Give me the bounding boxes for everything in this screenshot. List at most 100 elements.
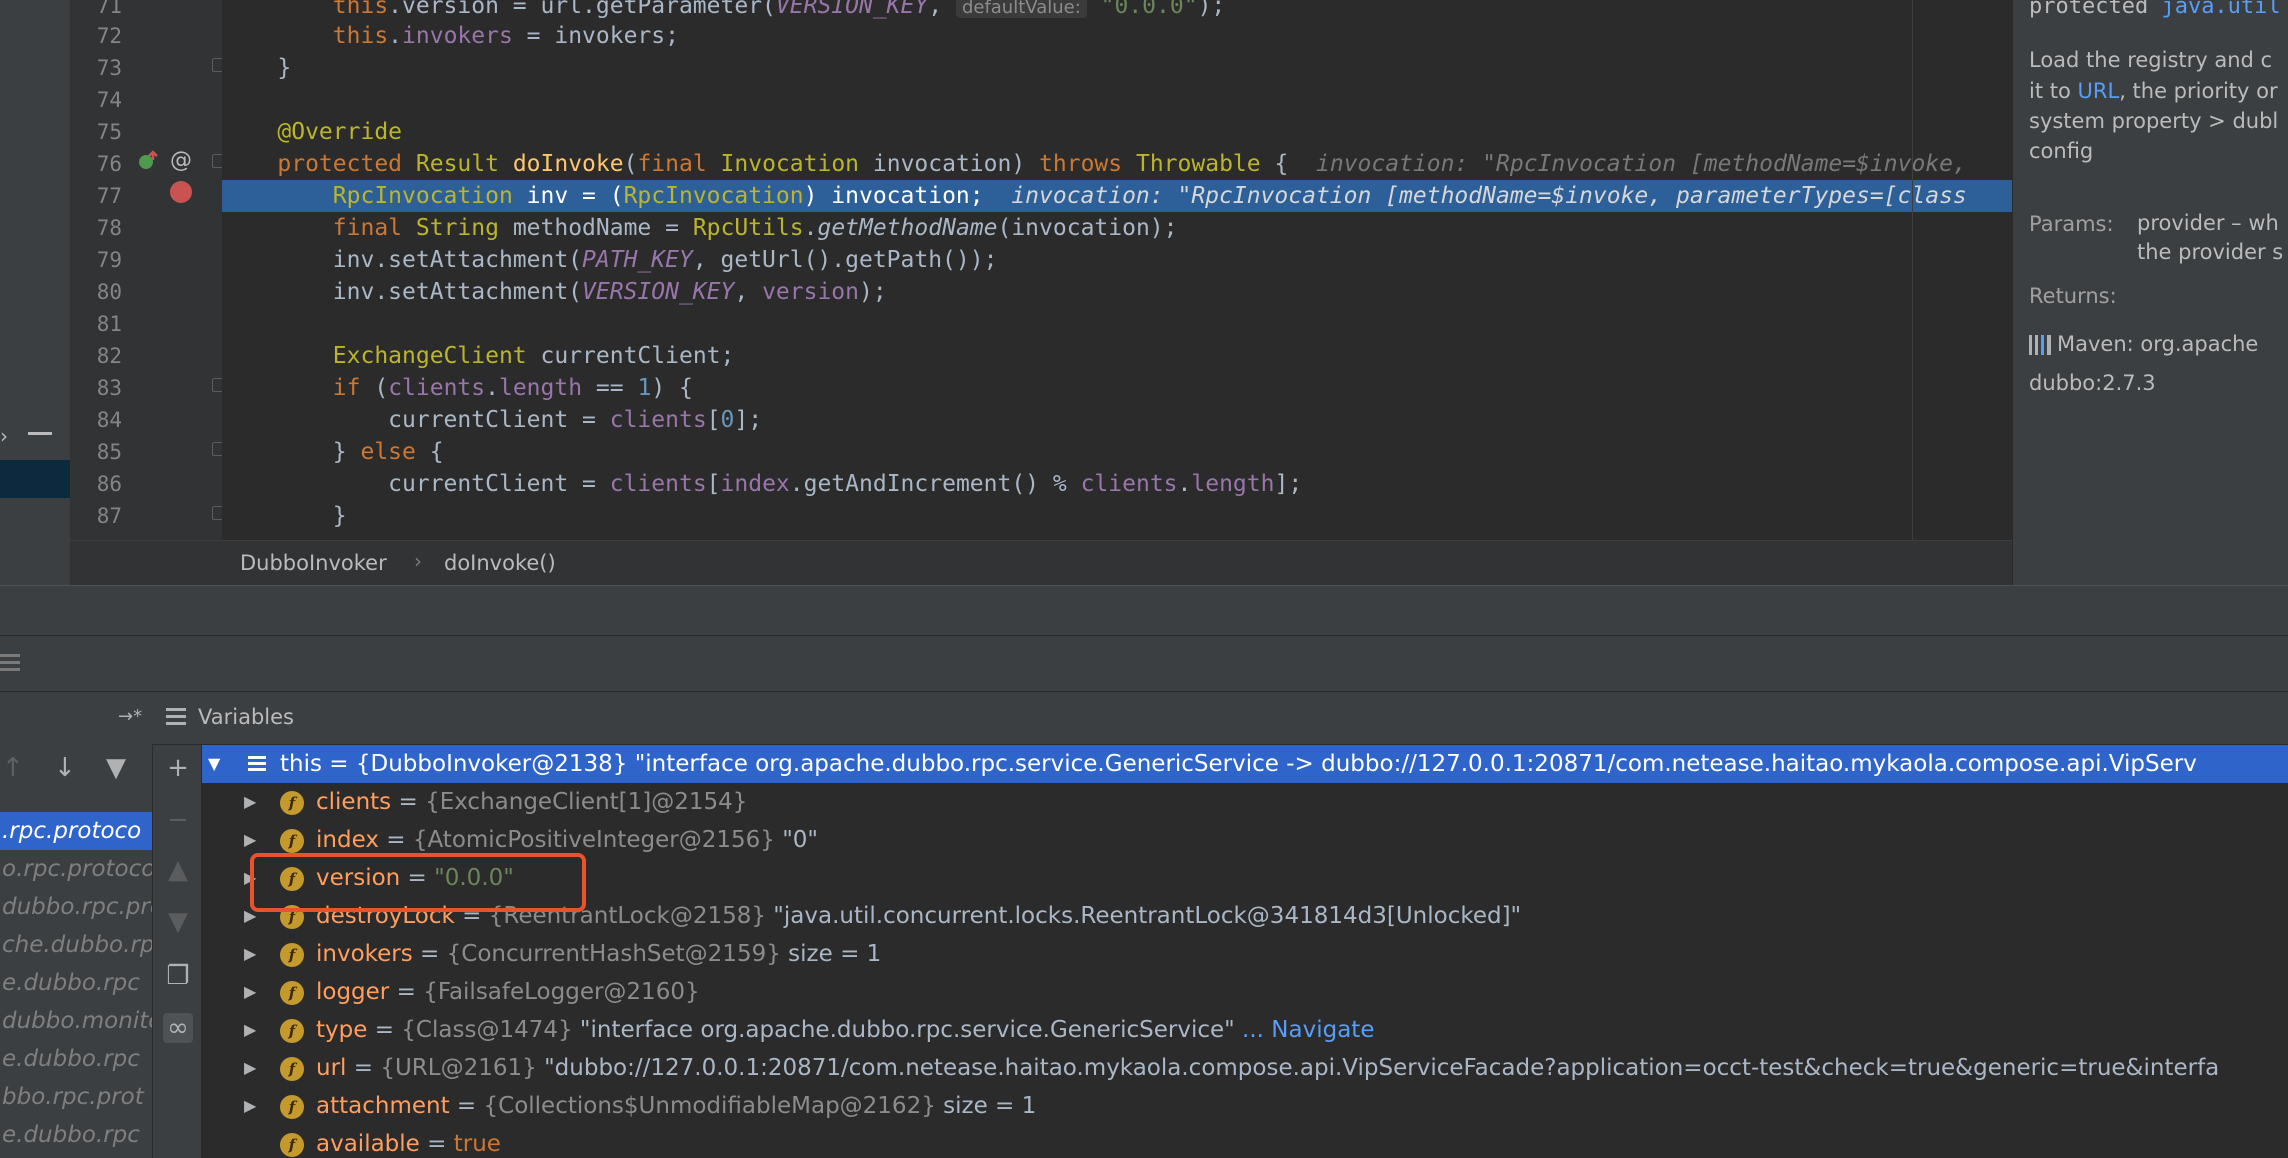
frame-item[interactable]: che.dubbo.rp: [0, 926, 152, 964]
variable-name: logger: [316, 979, 390, 1005]
variable-name: available: [316, 1131, 420, 1157]
overrides-method-icon[interactable]: [138, 150, 160, 172]
code-line-86[interactable]: currentClient = clients[index.getAndIncr…: [222, 468, 2012, 500]
variable-row-available[interactable]: f available = true: [202, 1125, 2288, 1158]
variable-name: attachment: [316, 1093, 450, 1119]
frame-item[interactable]: e.dubbo.rpc: [0, 964, 152, 1002]
equals-sign: =: [449, 1093, 484, 1119]
frame-item[interactable]: e.dubbo.rpc: [0, 1116, 152, 1154]
variable-type: {AtomicPositiveInteger@2156}: [412, 827, 775, 853]
variable-row-clients[interactable]: ▶ f clients = {ExchangeClient[1]@2154}: [202, 783, 2288, 821]
frame-item[interactable]: dubbo.rpc.pro: [0, 888, 152, 926]
breadcrumb-separator-icon: ›: [414, 549, 422, 573]
expand-arrow-icon[interactable]: ▶: [244, 783, 256, 821]
code-line-79[interactable]: inv.setAttachment(PATH_KEY, getUrl().get…: [222, 244, 2012, 276]
copy-icon[interactable]: ❐: [163, 961, 193, 991]
code-line-82[interactable]: ExchangeClient currentClient;: [222, 340, 2012, 372]
frame-item[interactable]: .rpc.protoco: [0, 812, 152, 850]
add-watch-icon[interactable]: +: [163, 753, 193, 783]
line-number: 82: [96, 344, 122, 368]
variable-row-invokers[interactable]: ▶ f invokers = {ConcurrentHashSet@2159} si…: [202, 935, 2288, 973]
next-frame-icon[interactable]: ↓: [54, 753, 76, 783]
frame-item[interactable]: bbo.rpc.prot: [0, 1078, 152, 1116]
field-icon: f: [280, 943, 304, 967]
project-selected-row[interactable]: [0, 460, 70, 498]
code-line-78[interactable]: final String methodName = RpcUtils.getMe…: [222, 212, 2012, 244]
collapse-icon[interactable]: [28, 432, 52, 435]
variable-row-attachment[interactable]: ▶ f attachment = {Collections$Unmodifiable…: [202, 1087, 2288, 1125]
restore-layout-icon[interactable]: →*: [118, 706, 142, 727]
equals-sign: =: [346, 1055, 381, 1081]
navigate-link[interactable]: ... Navigate: [1235, 1017, 1374, 1043]
expand-arrow-icon[interactable]: ▶: [244, 1049, 256, 1087]
move-down-icon[interactable]: ▼: [163, 907, 193, 937]
code-line-83[interactable]: if (clients.length == 1) {: [222, 372, 2012, 404]
annotation-icon[interactable]: @: [170, 148, 192, 173]
code-line-80[interactable]: inv.setAttachment(VERSION_KEY, version);: [222, 276, 2012, 308]
code-line-71[interactable]: this.version = url.getParameter(VERSION_…: [222, 0, 2012, 22]
equals-sign: =: [412, 941, 447, 967]
variable-name: invokers: [316, 941, 413, 967]
variable-text: available = true: [316, 1125, 501, 1158]
annotation-highlight-box: [250, 853, 586, 912]
doc-text: Load the registry and c: [2029, 48, 2273, 72]
breakpoint-icon[interactable]: [170, 181, 192, 203]
code-line-81[interactable]: [222, 308, 2012, 340]
expand-arrow-icon[interactable]: ▶: [244, 1011, 256, 1049]
quick-documentation-popup[interactable]: protected java.util Load the registry an…: [2012, 0, 2288, 585]
variable-type: {URL@2161}: [380, 1055, 537, 1081]
previous-frame-icon[interactable]: ↑: [2, 753, 24, 783]
variable-value: "java.util.concurrent.locks.ReentrantLoc…: [766, 903, 1522, 929]
tool-window-tabs-bar: [0, 585, 2288, 635]
expand-arrow-icon[interactable]: ▶: [244, 935, 256, 973]
line-number: 71: [96, 0, 122, 18]
variables-tree[interactable]: ▼ this = {DubboInvoker@2138} "interface …: [202, 745, 2288, 1158]
code-line-85[interactable]: } else {: [222, 436, 2012, 468]
code-line-87[interactable]: }: [222, 500, 2012, 532]
variable-row-this[interactable]: ▼ this = {DubboInvoker@2138} "interface …: [202, 745, 2288, 783]
object-icon: [248, 756, 266, 774]
code-line-73[interactable]: }: [222, 52, 2012, 84]
show-watches-icon[interactable]: ∞: [163, 1013, 193, 1043]
layout-icon[interactable]: [0, 654, 20, 675]
filter-icon[interactable]: ▼: [106, 753, 126, 783]
equals-sign: =: [389, 979, 424, 1005]
breadcrumb: DubboInvoker › doInvoke(): [70, 540, 2012, 585]
code-line-77-execution-point[interactable]: RpcInvocation inv = (RpcInvocation) invo…: [222, 180, 2012, 212]
frames-toolbar: ↑ ↓ ▼: [0, 745, 152, 795]
code-line-84[interactable]: currentClient = clients[0];: [222, 404, 2012, 436]
collapse-arrow-icon[interactable]: ▼: [208, 745, 220, 783]
code-editor[interactable]: this.version = url.getParameter(VERSION_…: [222, 0, 2012, 540]
expand-arrow-icon[interactable]: ▶: [244, 973, 256, 1011]
field-icon: f: [280, 981, 304, 1005]
frames-list[interactable]: .rpc.protoco o.rpc.protoco dubbo.rpc.pro…: [0, 795, 152, 1158]
breadcrumb-method[interactable]: doInvoke(): [444, 551, 556, 575]
editor-gutter[interactable]: 71 72 73 74 75 76 77 78 79 80 81 82 83 8…: [70, 0, 224, 540]
line-number: 73: [96, 56, 122, 80]
expand-arrow-icon[interactable]: ▶: [244, 1087, 256, 1125]
line-number: 84: [96, 408, 122, 432]
code-line-74[interactable]: [222, 84, 2012, 116]
code-line-76[interactable]: protected Result doInvoke(final Invocati…: [222, 148, 2012, 180]
variable-value: true: [453, 1131, 501, 1157]
frame-item[interactable]: dubbo.monito: [0, 1002, 152, 1040]
line-number: 76: [96, 152, 122, 176]
variable-text: type = {Class@1474} "interface org.apach…: [316, 1011, 1374, 1049]
doc-param-text: the provider s: [2137, 240, 2284, 264]
remove-watch-icon[interactable]: −: [163, 805, 193, 835]
expand-arrow-icon[interactable]: ›: [0, 424, 8, 448]
frame-item[interactable]: e.dubbo.rpc: [0, 1040, 152, 1078]
variable-row-type[interactable]: ▶ f type = {Class@1474} "interface org.apa…: [202, 1011, 2288, 1049]
variable-row-url[interactable]: ▶ f url = {URL@2161} "dubbo://127.0.0.1:20…: [202, 1049, 2288, 1087]
frame-item[interactable]: o.rpc.protoco: [0, 850, 152, 888]
field-icon: f: [280, 1019, 304, 1043]
code-line-72[interactable]: this.invokers = invokers;: [222, 20, 2012, 52]
library-icon: [2029, 335, 2051, 355]
code-line-75[interactable]: @Override: [222, 116, 2012, 148]
variable-row-logger[interactable]: ▶ f logger = {FailsafeLogger@2160}: [202, 973, 2288, 1011]
variable-type: {ConcurrentHashSet@2159}: [446, 941, 781, 967]
line-number: 81: [96, 312, 122, 336]
move-up-icon[interactable]: ▲: [163, 855, 193, 885]
breadcrumb-class[interactable]: DubboInvoker: [240, 551, 387, 575]
doc-url-link[interactable]: URL: [2078, 79, 2120, 103]
